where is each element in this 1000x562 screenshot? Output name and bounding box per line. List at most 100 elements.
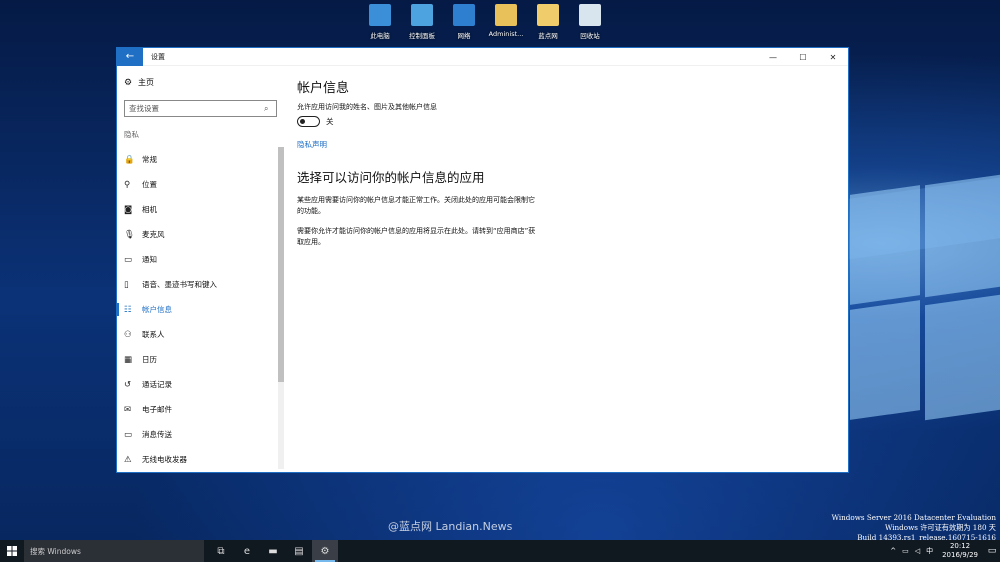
system-info: Windows Server 2016 Datacenter Evaluatio…: [832, 513, 996, 543]
sidebar-item-12[interactable]: ⚠ 无线电收发器: [117, 447, 277, 472]
taskbar-search-label: 搜索 Windows: [30, 546, 81, 556]
clock-date: 2016/9/29: [942, 551, 978, 559]
account-info-icon: ☷: [124, 304, 132, 315]
camera-icon: ◙: [124, 204, 133, 215]
settings-icon[interactable]: ⚙: [312, 540, 338, 562]
user-folder-icon: [495, 4, 517, 26]
volume-icon[interactable]: ◁: [915, 547, 920, 555]
sidebar-item-label: 常规: [142, 155, 157, 164]
page-title: 帐户信息: [297, 81, 350, 96]
sidebar-item-label: 无线电收发器: [142, 455, 187, 464]
sidebar-item-label: 日历: [142, 355, 157, 364]
desktop-icon-label: Administ...: [488, 30, 524, 38]
sidebar-item-9[interactable]: ↺ 通话记录: [117, 372, 277, 397]
close-button[interactable]: ✕: [818, 48, 848, 66]
sidebar-item-label: 相机: [142, 205, 157, 214]
sidebar-item-label: 麦克风: [142, 230, 165, 239]
taskbar-apps: ⧉ e ▬ ▤ ⚙: [208, 540, 338, 562]
sidebar-item-label: 通知: [142, 255, 157, 264]
nav-home[interactable]: ⚙ 主页: [124, 77, 154, 88]
sidebar-item-label: 通话记录: [142, 380, 172, 389]
sidebar-item-label: 位置: [142, 180, 157, 189]
sidebar-item-label: 联系人: [142, 330, 165, 339]
ime-indicator[interactable]: 中: [926, 546, 933, 556]
system-tray: ^ ▭ ◁ 中 20:12 2016/9/29 ▭: [887, 540, 1000, 562]
sidebar-item-0[interactable]: 🔒 常规: [117, 147, 277, 172]
back-arrow-icon: ←: [125, 51, 135, 62]
network-icon[interactable]: ▭: [902, 547, 909, 555]
sidebar-item-3[interactable]: 🎙 麦克风: [117, 222, 277, 247]
notification-icon: ▭: [124, 254, 133, 265]
sidebar-item-label: 帐户信息: [142, 305, 172, 314]
sidebar-item-label: 消息传送: [142, 430, 172, 439]
clock[interactable]: 20:12 2016/9/29: [942, 542, 978, 560]
search-icon: ⌕: [264, 103, 269, 113]
network-icon: [453, 4, 475, 26]
contacts-icon: ⚇: [124, 329, 132, 340]
desktop-icon-0[interactable]: 此电脑: [360, 4, 400, 40]
window-controls: — ☐ ✕: [758, 48, 848, 66]
desktop-icon-4[interactable]: 蓝点网: [528, 4, 568, 40]
desktop-icon-2[interactable]: 网络: [444, 4, 484, 40]
watermark: @蓝点网 Landian.News: [388, 520, 513, 533]
desktop-icon-3[interactable]: Administ...: [486, 4, 526, 40]
nav-home-label: 主页: [138, 78, 154, 87]
sidebar-item-label: 电子邮件: [142, 405, 172, 414]
computer-icon: [369, 4, 391, 26]
sidebar-item-4[interactable]: ▭ 通知: [117, 247, 277, 272]
sidebar-item-1[interactable]: ⚲ 位置: [117, 172, 277, 197]
desktop-icon-1[interactable]: 控制面板: [402, 4, 442, 40]
location-icon: ⚲: [124, 179, 131, 190]
sidebar-item-5[interactable]: ▯ 语音、墨迹书写和键入: [117, 272, 277, 297]
control-panel-icon: [411, 4, 433, 26]
apps-description: 某些应用需要访问你的帐户信息才能正常工作。关闭此处的应用可能会限制它的功能。: [297, 196, 535, 215]
sidebar-item-6[interactable]: ☷ 帐户信息: [117, 297, 277, 322]
allow-access-label: 允许应用访问我的姓名、图片及其他帐户信息: [297, 103, 437, 111]
window-title: 设置: [151, 52, 165, 61]
radio-icon: ⚠: [124, 454, 132, 465]
sidebar-scrollbar[interactable]: [278, 147, 284, 469]
speech-icon: ▯: [124, 279, 129, 290]
recycle-bin-icon: [579, 4, 601, 26]
clock-time: 20:12: [949, 542, 971, 550]
sidebar-item-2[interactable]: ◙ 相机: [117, 197, 277, 222]
sysinfo-edition: Windows Server 2016 Datacenter Evaluatio…: [831, 513, 996, 522]
maximize-button[interactable]: ☐: [788, 48, 818, 66]
sidebar-item-7[interactable]: ⚇ 联系人: [117, 322, 277, 347]
file-explorer-icon[interactable]: ▬: [260, 540, 286, 562]
sidebar-item-8[interactable]: ▦ 日历: [117, 347, 277, 372]
title-bar: ← 设置 — ☐ ✕: [117, 47, 848, 66]
edge-icon[interactable]: e: [234, 540, 260, 562]
desktop-icon-label: 控制面板: [409, 32, 435, 40]
section-title: 隐私: [124, 130, 139, 139]
tray-chevron-icon[interactable]: ^: [890, 547, 896, 555]
folder-icon: [537, 4, 559, 26]
microphone-icon: 🎙: [124, 229, 135, 240]
sidebar-item-11[interactable]: ▭ 消息传送: [117, 422, 277, 447]
taskbar-search-input[interactable]: 搜索 Windows: [24, 540, 204, 562]
sidebar: ⚙ 主页 查找设置 ⌕ 隐私 🔒 常规 ⚲ 位置 ◙ 相机 🎙 麦克风 ▭ 通知 ▯ 语音、墨迹书写和…: [117, 67, 285, 472]
start-button[interactable]: [0, 540, 24, 562]
toggle-state-label: 关: [326, 117, 334, 126]
taskbar: 搜索 Windows ⧉ e ▬ ▤ ⚙ ^ ▭ ◁ 中 20:12 2016/9/29…: [0, 540, 1000, 562]
search-placeholder: 查找设置: [129, 104, 159, 113]
call-history-icon: ↺: [124, 379, 132, 390]
gear-icon: ⚙: [124, 77, 133, 88]
sidebar-item-10[interactable]: ✉ 电子邮件: [117, 397, 277, 422]
account-info-toggle[interactable]: [297, 116, 320, 127]
settings-search-input[interactable]: 查找设置 ⌕: [124, 100, 277, 117]
desktop-icons: 此电脑 控制面板 网络 Administ... 蓝点网 回收站: [360, 4, 612, 40]
minimize-button[interactable]: —: [758, 48, 788, 66]
messaging-icon: ▭: [124, 429, 133, 440]
privacy-nav-list: 🔒 常规 ⚲ 位置 ◙ 相机 🎙 麦克风 ▭ 通知 ▯ 语音、墨迹书写和键入 ☷ 帐户信息 ⚇ 联系人 ▦ 日历 ↺…: [117, 147, 277, 472]
scrollbar-thumb[interactable]: [278, 147, 284, 382]
toggle-knob: [300, 118, 305, 124]
privacy-statement-link[interactable]: 隐私声明: [297, 139, 327, 150]
task-view-icon[interactable]: ⧉: [208, 540, 234, 562]
server-manager-icon[interactable]: ▤: [286, 540, 312, 562]
notification-center-icon[interactable]: ▭: [984, 540, 1000, 562]
desktop-icon-5[interactable]: 回收站: [570, 4, 610, 40]
lock-icon: 🔒: [124, 154, 135, 165]
back-button[interactable]: ←: [117, 47, 143, 66]
sysinfo-license: Windows 许可证有效期为 180 天: [884, 523, 996, 532]
